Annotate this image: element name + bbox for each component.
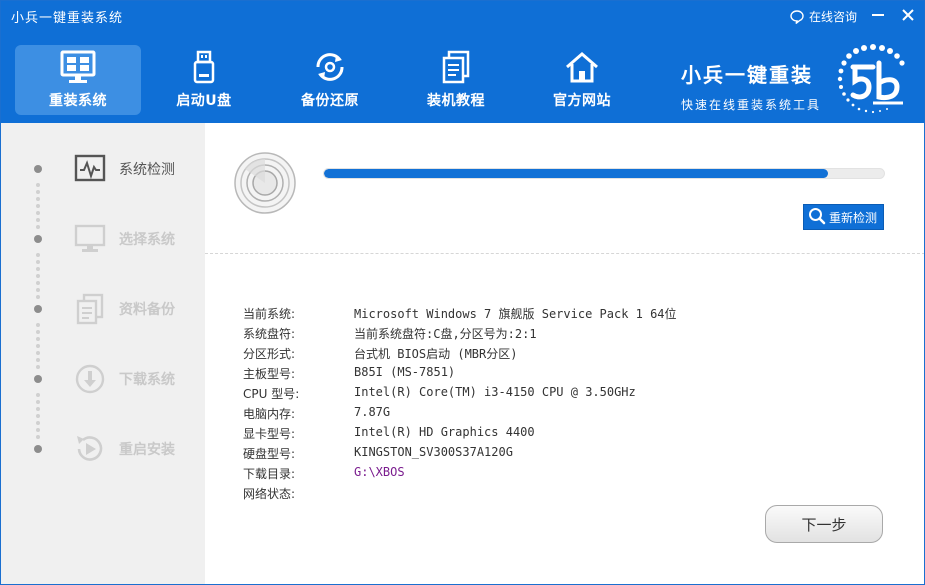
close-button[interactable] xyxy=(897,5,919,27)
nav-official-site[interactable]: 官方网站 xyxy=(519,45,645,115)
download-icon xyxy=(73,362,107,396)
step-select-system[interactable]: 选择系统 xyxy=(1,219,205,259)
header: 小兵一键重装系统 在线咨询 重装系统 xyxy=(1,1,925,123)
nav-label: 重装系统 xyxy=(49,90,107,110)
online-consult-link[interactable]: 在线咨询 xyxy=(789,8,857,25)
detect-progress-fill xyxy=(324,169,828,178)
chat-icon xyxy=(789,9,805,25)
info-row-motherboard: 主板型号: B85I (MS-7851) xyxy=(243,365,677,385)
info-row-current-system: 当前系统: Microsoft Windows 7 旗舰版 Service Pa… xyxy=(243,305,677,325)
info-row-cpu: CPU 型号: Intel(R) Core(TM) i3-4150 CPU @ … xyxy=(243,385,677,405)
search-icon xyxy=(808,207,826,228)
files-icon xyxy=(73,292,107,326)
detect-progress-bar xyxy=(323,168,885,179)
info-value: 当前系统盘符:C盘,分区号为:2:1 xyxy=(354,325,537,345)
step-restart-install[interactable]: 重启安装 xyxy=(1,429,205,469)
backup-restore-icon xyxy=(312,50,348,84)
step-label: 资料备份 xyxy=(119,299,175,319)
step-label: 重启安装 xyxy=(119,439,175,459)
nav-label: 备份还原 xyxy=(301,90,359,110)
step-dot xyxy=(34,375,42,383)
brand: 小兵一键重装 快速在线重装系统工具 xyxy=(681,59,821,113)
app-title: 小兵一键重装系统 xyxy=(11,7,123,26)
next-step-button[interactable]: 下一步 xyxy=(765,505,883,543)
info-key: 系统盘符: xyxy=(243,325,354,345)
info-value: KINGSTON_SV300S37A120G xyxy=(354,445,513,465)
nav-backup-restore[interactable]: 备份还原 xyxy=(267,45,393,115)
step-download-system[interactable]: 下载系统 xyxy=(1,359,205,399)
main-nav: 重装系统 启动U盘 备份还原 装机教程 xyxy=(15,45,645,115)
minimize-button[interactable] xyxy=(867,5,889,27)
pulse-monitor-icon xyxy=(73,152,107,186)
info-row-partition-type: 分区形式: 台式机 BIOS启动 (MBR分区) xyxy=(243,345,677,365)
step-system-detect[interactable]: 系统检测 xyxy=(1,149,205,189)
info-key: CPU 型号: xyxy=(243,385,354,405)
info-value: Intel(R) HD Graphics 4400 xyxy=(354,425,535,445)
nav-reinstall-system[interactable]: 重装系统 xyxy=(15,45,141,115)
info-row-system-drive: 系统盘符: 当前系统盘符:C盘,分区号为:2:1 xyxy=(243,325,677,345)
download-dir-link[interactable]: G:\XBOS xyxy=(354,465,405,485)
brand-subtitle: 快速在线重装系统工具 xyxy=(681,96,821,113)
nav-usb-boot[interactable]: 启动U盘 xyxy=(141,45,267,115)
nav-label: 官方网站 xyxy=(553,90,611,110)
info-value: 7.87G xyxy=(354,405,390,425)
info-key: 当前系统: xyxy=(243,305,354,325)
step-dot xyxy=(34,165,42,173)
scan-radar-icon xyxy=(233,151,297,219)
info-value: 台式机 BIOS启动 (MBR分区) xyxy=(354,345,517,365)
info-key: 下载目录: xyxy=(243,465,354,485)
nav-tutorial[interactable]: 装机教程 xyxy=(393,45,519,115)
system-info-list: 当前系统: Microsoft Windows 7 旗舰版 Service Pa… xyxy=(243,305,677,505)
step-dot xyxy=(34,305,42,313)
home-icon xyxy=(564,50,600,84)
recheck-button[interactable]: 重新检测 xyxy=(803,204,884,230)
step-label: 选择系统 xyxy=(119,229,175,249)
steps-sidebar: 系统检测 选择系统 资料备份 下载系统 xyxy=(1,123,205,585)
info-row-disk: 硬盘型号: KINGSTON_SV300S37A120G xyxy=(243,445,677,465)
usb-drive-icon xyxy=(189,50,219,84)
monitor-icon xyxy=(59,50,97,84)
info-value: Microsoft Windows 7 旗舰版 Service Pack 1 6… xyxy=(354,305,677,325)
step-data-backup[interactable]: 资料备份 xyxy=(1,289,205,329)
brand-title: 小兵一键重装 xyxy=(681,59,821,88)
minimize-icon xyxy=(871,7,885,26)
restart-icon xyxy=(73,432,107,466)
info-key: 网络状态: xyxy=(243,485,354,505)
info-row-memory: 电脑内存: 7.87G xyxy=(243,405,677,425)
info-key: 显卡型号: xyxy=(243,425,354,445)
info-key: 分区形式: xyxy=(243,345,354,365)
info-key: 硬盘型号: xyxy=(243,445,354,465)
monitor-icon xyxy=(73,222,107,256)
app-window: 小兵一键重装系统 在线咨询 重装系统 xyxy=(0,0,925,585)
document-icon xyxy=(440,50,472,84)
divider xyxy=(205,253,925,254)
step-label: 下载系统 xyxy=(119,369,175,389)
step-dot xyxy=(34,445,42,453)
recheck-label: 重新检测 xyxy=(829,209,877,226)
info-value: Intel(R) Core(TM) i3-4150 CPU @ 3.50GHz xyxy=(354,385,636,405)
step-dot xyxy=(34,235,42,243)
main-panel: 重新检测 当前系统: Microsoft Windows 7 旗舰版 Servi… xyxy=(205,123,925,585)
info-key: 主板型号: xyxy=(243,365,354,385)
nav-label: 装机教程 xyxy=(427,90,485,110)
info-row-download-dir: 下载目录: G:\XBOS xyxy=(243,465,677,485)
step-label: 系统检测 xyxy=(119,159,175,179)
online-consult-label: 在线咨询 xyxy=(809,8,857,25)
info-value: B85I (MS-7851) xyxy=(354,365,455,385)
brand-logo-icon xyxy=(833,41,913,121)
close-icon xyxy=(901,7,915,26)
nav-label: 启动U盘 xyxy=(176,90,231,110)
info-row-network: 网络状态: xyxy=(243,485,677,505)
info-key: 电脑内存: xyxy=(243,405,354,425)
info-row-graphics: 显卡型号: Intel(R) HD Graphics 4400 xyxy=(243,425,677,445)
